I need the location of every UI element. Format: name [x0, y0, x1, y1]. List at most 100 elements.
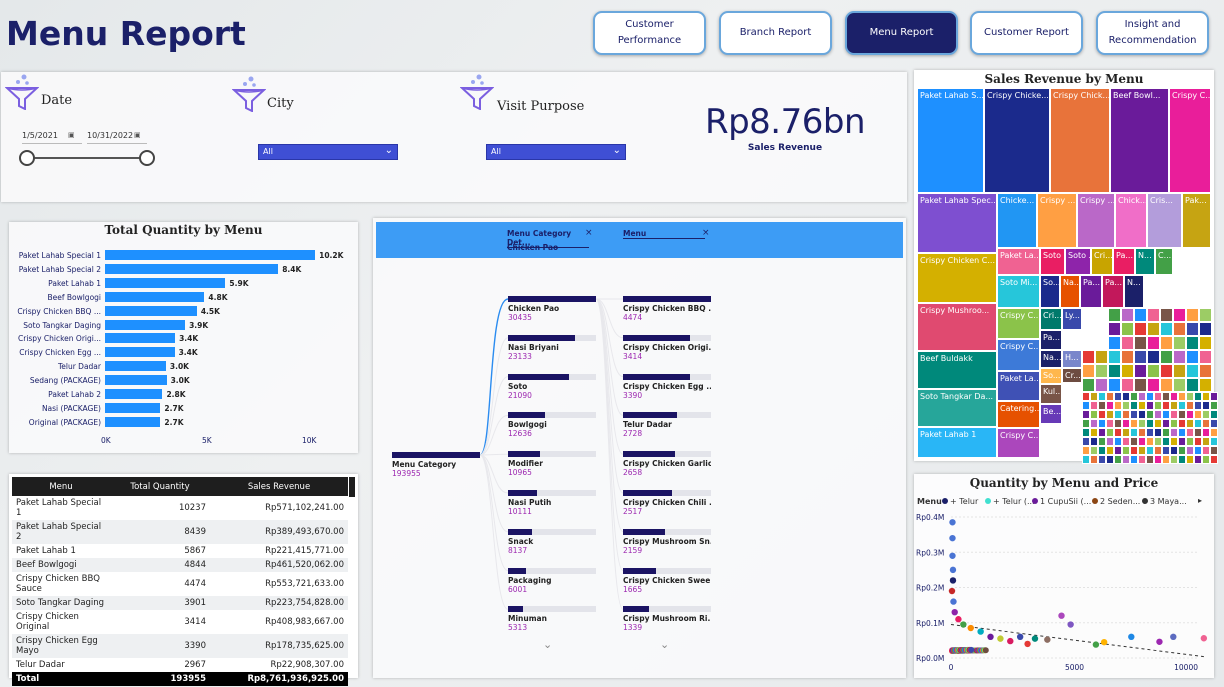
- treemap-small-tile[interactable]: [1106, 437, 1114, 446]
- treemap-small-tile[interactable]: [1202, 455, 1210, 464]
- city-dropdown[interactable]: All ⌄: [258, 144, 398, 160]
- treemap-small-tile[interactable]: [1108, 336, 1121, 350]
- bar[interactable]: [105, 361, 166, 372]
- treemap-small-tile[interactable]: [1122, 446, 1130, 455]
- decomp-node[interactable]: Snack 8137: [508, 528, 596, 555]
- treemap-small-tile[interactable]: [1160, 322, 1173, 336]
- treemap-small-tile[interactable]: [1170, 437, 1178, 446]
- treemap-small-tile[interactable]: [1122, 401, 1130, 410]
- nav-customer-report-button[interactable]: Customer Report: [970, 11, 1083, 55]
- nav-menu-report-button[interactable]: Menu Report: [845, 11, 958, 55]
- treemap-small-tile[interactable]: [1199, 322, 1212, 336]
- treemap-small-tile[interactable]: [1114, 437, 1122, 446]
- decomp-node[interactable]: Nasi Briyani 23133: [508, 334, 596, 361]
- treemap-small-tile[interactable]: [1154, 428, 1162, 437]
- treemap-tile[interactable]: Cri...: [1040, 308, 1062, 330]
- treemap-small-tile[interactable]: [1199, 364, 1212, 378]
- treemap-small-tile[interactable]: [1082, 419, 1090, 428]
- bar[interactable]: [105, 291, 205, 302]
- treemap-small-tile[interactable]: [1194, 392, 1202, 401]
- treemap-small-tile[interactable]: [1154, 446, 1162, 455]
- treemap-small-tile[interactable]: [1173, 322, 1186, 336]
- treemap-small-tile[interactable]: [1147, 336, 1160, 350]
- treemap-small-tile[interactable]: [1114, 455, 1122, 464]
- calendar-icon[interactable]: ▣: [134, 131, 141, 139]
- treemap-small-tile[interactable]: [1162, 437, 1170, 446]
- scatter-point[interactable]: [997, 635, 1004, 642]
- bar-row[interactable]: Crispy Chicken Origi... 3.4K: [9, 333, 358, 344]
- treemap-small-tile[interactable]: [1186, 410, 1194, 419]
- treemap-small-tile[interactable]: [1178, 392, 1186, 401]
- treemap-small-tile[interactable]: [1138, 428, 1146, 437]
- treemap-small-tile[interactable]: [1134, 308, 1147, 322]
- treemap-small-tile[interactable]: [1106, 446, 1114, 455]
- treemap-tile[interactable]: Be...: [1040, 404, 1062, 424]
- bar[interactable]: [105, 375, 167, 386]
- treemap-small-tile[interactable]: [1186, 378, 1199, 392]
- treemap-small-tile[interactable]: [1147, 378, 1160, 392]
- bar-row[interactable]: Crispy Chicken Egg ... 3.4K: [9, 347, 358, 358]
- scatter-point[interactable]: [1200, 635, 1208, 642]
- treemap-small-tile[interactable]: [1202, 446, 1210, 455]
- treemap-small-tile[interactable]: [1138, 410, 1146, 419]
- scatter-point[interactable]: [951, 608, 958, 616]
- treemap-small-tile[interactable]: [1138, 455, 1146, 464]
- decomp-node[interactable]: Crispy Chicken BBQ ... 4474: [623, 296, 711, 322]
- table-row[interactable]: Beef Bowlgogi 4844 Rp461,520,062.00: [12, 558, 348, 572]
- table-row[interactable]: Paket Lahab Special 2 8439 Rp389,493,670.0…: [12, 520, 348, 544]
- treemap-small-tile[interactable]: [1146, 392, 1154, 401]
- treemap-small-tile[interactable]: [1186, 401, 1194, 410]
- scatter-point[interactable]: [1100, 638, 1108, 646]
- scatter-point[interactable]: [1007, 637, 1014, 645]
- bar-row[interactable]: Paket Lahab 1 5.9K: [9, 277, 358, 289]
- treemap-small-tile[interactable]: [1202, 419, 1210, 428]
- scatter-point[interactable]: [982, 647, 989, 654]
- treemap-small-tile[interactable]: [1090, 419, 1098, 428]
- treemap-small-tile[interactable]: [1108, 308, 1121, 322]
- column-header-sales-revenue[interactable]: Sales Revenue: [210, 477, 348, 496]
- treemap-tile[interactable]: Crispy Mushroo...: [917, 303, 997, 351]
- treemap-small-tile[interactable]: [1090, 428, 1098, 437]
- treemap-small-tile[interactable]: [1121, 364, 1134, 378]
- treemap-small-tile[interactable]: [1194, 428, 1202, 437]
- treemap-small-tile[interactable]: [1098, 392, 1106, 401]
- treemap-small-tile[interactable]: [1210, 401, 1218, 410]
- treemap-small-tile[interactable]: [1194, 437, 1202, 446]
- treemap-small-tile[interactable]: [1114, 401, 1122, 410]
- legend-item[interactable]: 1 CupuSii (...: [1032, 497, 1091, 506]
- scatter-point[interactable]: [1128, 633, 1135, 641]
- scatter-point[interactable]: [977, 628, 984, 635]
- decomp-node[interactable]: Crispy Chicken Chili ... 2517: [623, 490, 711, 516]
- treemap-small-tile[interactable]: [1199, 378, 1212, 392]
- nav-customer-performance-button[interactable]: Customer Performance: [593, 11, 706, 55]
- bar[interactable]: [105, 333, 176, 344]
- column-header-total-quantity[interactable]: Total Quantity: [110, 477, 210, 496]
- bar-row[interactable]: Paket Lahab Special 2 8.4K: [9, 263, 358, 275]
- treemap-small-tile[interactable]: [1114, 410, 1122, 419]
- treemap-small-tile[interactable]: [1098, 428, 1106, 437]
- treemap-small-tile[interactable]: [1154, 401, 1162, 410]
- treemap-tile[interactable]: Cri...: [1091, 248, 1113, 275]
- treemap-small-tile[interactable]: [1186, 364, 1199, 378]
- decomp-node[interactable]: Crispy Mushroom Sn... 2159: [623, 528, 711, 555]
- treemap-tile[interactable]: Na...: [1040, 350, 1062, 368]
- treemap-small-tile[interactable]: [1108, 322, 1121, 336]
- treemap-tile[interactable]: Crispy ...: [1037, 193, 1077, 248]
- treemap-small-tile[interactable]: [1160, 336, 1173, 350]
- treemap-small-tile[interactable]: [1108, 364, 1121, 378]
- treemap-tile[interactable]: Crispy C...: [997, 428, 1040, 458]
- scatter-point[interactable]: [1156, 638, 1163, 645]
- treemap-small-tile[interactable]: [1134, 364, 1147, 378]
- treemap-small-tile[interactable]: [1095, 378, 1108, 392]
- treemap-small-tile[interactable]: [1147, 308, 1160, 322]
- treemap-small-tile[interactable]: [1162, 446, 1170, 455]
- scrollbar[interactable]: [349, 477, 355, 497]
- treemap-small-tile[interactable]: [1162, 401, 1170, 410]
- treemap-small-tile[interactable]: [1098, 455, 1106, 464]
- table-row[interactable]: Crispy Chicken BBQ Sauce 4474 Rp553,721,63…: [12, 572, 348, 596]
- treemap-small-tile[interactable]: [1082, 437, 1090, 446]
- treemap-small-tile[interactable]: [1160, 350, 1173, 364]
- treemap-small-tile[interactable]: [1210, 419, 1218, 428]
- decomp-node[interactable]: Crispy Mushroom Ri... 1339: [623, 606, 711, 632]
- table-row[interactable]: Telur Dadar 2967 Rp22,908,307.00: [12, 658, 348, 672]
